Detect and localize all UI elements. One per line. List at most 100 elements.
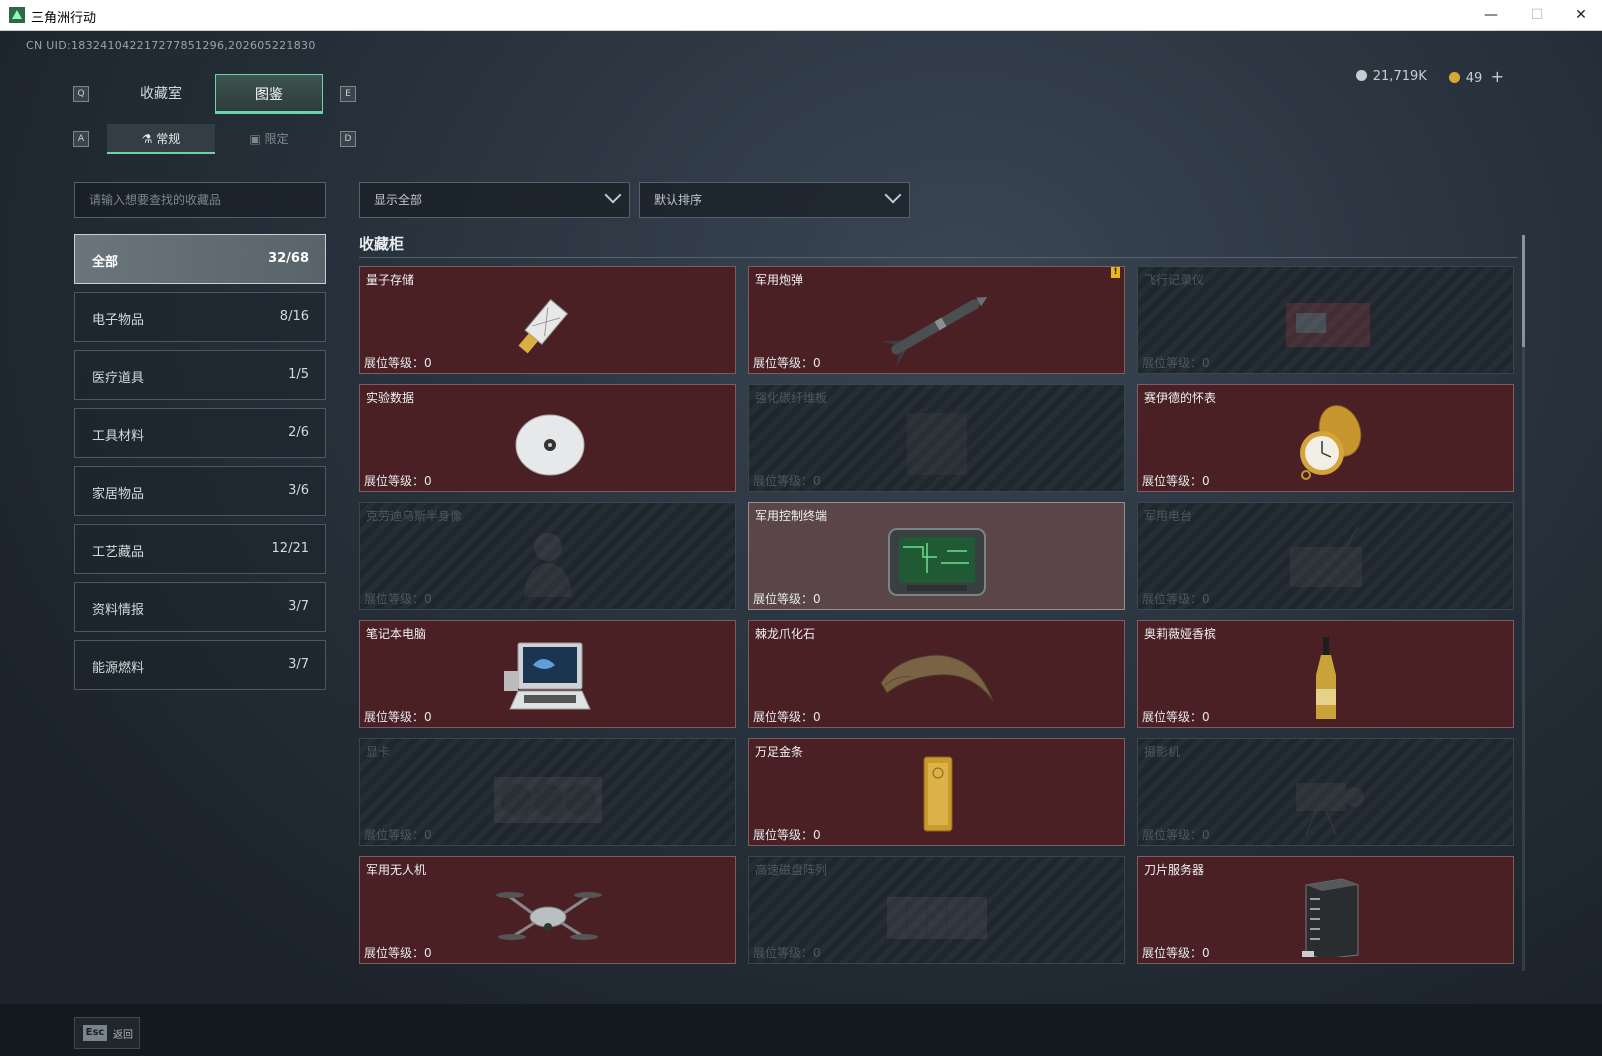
silver-currency: 21,719K <box>1355 69 1427 84</box>
sub-tabs: ⚗ 常规 ▣ 限定 <box>107 124 323 154</box>
category-count: 8/16 <box>279 309 309 324</box>
item-card[interactable]: 克劳迪乌斯半身像 展位等级：0 <box>359 502 736 610</box>
gold-currency: 49 + <box>1448 67 1504 86</box>
item-name: 军用控制终端 <box>755 509 828 523</box>
item-name: 量子存储 <box>366 273 415 287</box>
category-intel[interactable]: 资料情报 3/7 <box>74 582 326 632</box>
item-card[interactable]: 军用炮弹 ! 展位等级：0 <box>748 266 1125 374</box>
item-card[interactable]: 刀片服务器 展位等级：0 <box>1137 856 1514 964</box>
category-label: 家居物品 <box>92 487 145 502</box>
level-value: 0 <box>424 474 432 488</box>
item-level: 展位等级：0 <box>753 590 821 607</box>
key-hint-d: D <box>340 131 356 147</box>
subtab-regular[interactable]: ⚗ 常规 <box>107 124 215 154</box>
item-name: 万足金条 <box>755 745 804 759</box>
item-card[interactable]: 实验数据 展位等级：0 <box>359 384 736 492</box>
level-label: 展位等级： <box>753 828 814 842</box>
category-electronics[interactable]: 电子物品 8/16 <box>74 292 326 342</box>
level-value: 0 <box>1202 828 1210 842</box>
item-level: 展位等级：0 <box>753 708 821 725</box>
search-input[interactable]: 请输入想要查找的收藏品 <box>74 182 326 218</box>
level-label: 展位等级： <box>364 474 425 488</box>
close-button[interactable]: ✕ <box>1558 0 1602 31</box>
item-level: 展位等级：0 <box>1142 708 1210 725</box>
missile-icon <box>880 297 987 367</box>
item-card[interactable]: 军用控制终端 展位等级：0 <box>748 502 1125 610</box>
level-value: 0 <box>813 710 821 724</box>
item-card[interactable]: 摄影机 展位等级：0 <box>1137 738 1514 846</box>
level-value: 0 <box>813 592 821 606</box>
silver-coin-icon <box>1355 70 1367 81</box>
minimize-button[interactable]: — <box>1468 0 1514 31</box>
item-card[interactable]: 量子存储 展位等级：0 <box>359 266 736 374</box>
key-hint-e: E <box>340 86 356 102</box>
item-card[interactable]: 棘龙爪化石 展位等级：0 <box>748 620 1125 728</box>
tab-codex[interactable]: 图鉴 <box>215 74 323 114</box>
item-card[interactable]: 笔记本电脑 展位等级：0 <box>359 620 736 728</box>
level-value: 0 <box>424 828 432 842</box>
item-level: 展位等级：0 <box>364 590 432 607</box>
control-terminal-icon <box>887 528 986 596</box>
level-label: 展位等级： <box>753 474 814 488</box>
item-level: 展位等级：0 <box>753 472 821 489</box>
game-screen: CN UID:183241042217277851296,20260522183… <box>0 31 1602 1056</box>
gold-bar-icon <box>923 756 952 832</box>
category-medical[interactable]: 医疗道具 1/5 <box>74 350 326 400</box>
category-crafts[interactable]: 工艺藏品 12/21 <box>74 524 326 574</box>
item-card[interactable]: 军用无人机 展位等级：0 <box>359 856 736 964</box>
item-card[interactable]: 飞行记录仪 展位等级：0 <box>1137 266 1514 374</box>
item-name: 笔记本电脑 <box>366 627 427 641</box>
user-uid: CN UID:183241042217277851296,20260522183… <box>26 39 316 52</box>
flight-recorder-icon <box>1285 303 1370 347</box>
level-value: 0 <box>1202 710 1210 724</box>
item-level: 展位等级：0 <box>753 826 821 843</box>
item-level: 展位等级：0 <box>364 826 432 843</box>
maximize-button[interactable]: ☐ <box>1514 0 1560 31</box>
item-level: 展位等级：0 <box>364 944 432 961</box>
window-titlebar: 三角洲行动 — ☐ ✕ <box>0 0 1602 31</box>
sort-dropdown[interactable]: 默认排序 <box>639 182 910 218</box>
camera-icon <box>1295 783 1364 836</box>
item-level: 展位等级：0 <box>753 944 821 961</box>
chevron-down-icon <box>884 186 902 204</box>
category-tools[interactable]: 工具材料 2/6 <box>74 408 326 458</box>
item-card[interactable]: 显卡 展位等级：0 <box>359 738 736 846</box>
category-all[interactable]: 全部 32/68 <box>74 234 326 284</box>
item-name: 显卡 <box>366 745 391 759</box>
item-name: 军用无人机 <box>366 863 427 877</box>
add-currency-button[interactable]: + <box>1491 67 1504 86</box>
filter-dropdown[interactable]: 显示全部 <box>359 182 630 218</box>
graphics-card-icon <box>493 777 602 823</box>
item-level: 展位等级：0 <box>1142 472 1210 489</box>
main-tabs: 收藏室 图鉴 <box>107 74 323 114</box>
disc-icon <box>515 414 584 476</box>
scrollbar-thumb[interactable] <box>1522 235 1525 347</box>
item-card[interactable]: 赛伊德的怀表 展位等级：0 <box>1137 384 1514 492</box>
back-label: 返回 <box>113 1030 133 1041</box>
key-hint-q: Q <box>73 86 89 102</box>
category-count: 12/21 <box>271 541 309 556</box>
item-name: 军用炮弹 <box>755 273 804 287</box>
back-button[interactable]: Esc 返回 <box>74 1017 140 1049</box>
subtab-limited[interactable]: ▣ 限定 <box>215 124 323 154</box>
item-name: 军用电台 <box>1144 509 1193 523</box>
level-label: 展位等级： <box>753 592 814 606</box>
item-card[interactable]: 高速磁盘阵列 展位等级：0 <box>748 856 1125 964</box>
tab-collection-room[interactable]: 收藏室 <box>107 74 215 114</box>
item-name: 摄影机 <box>1144 745 1181 759</box>
item-card[interactable]: 强化碳纤维板 展位等级：0 <box>748 384 1125 492</box>
item-card[interactable]: 奥莉薇娅香槟 展位等级：0 <box>1137 620 1514 728</box>
item-name: 高速磁盘阵列 <box>755 863 828 877</box>
item-card[interactable]: 万足金条 展位等级：0 <box>748 738 1125 846</box>
category-household[interactable]: 家居物品 3/6 <box>74 466 326 516</box>
category-count: 1/5 <box>288 367 309 382</box>
radio-icon <box>1289 526 1362 587</box>
level-label: 展位等级： <box>364 356 425 370</box>
category-energy[interactable]: 能源燃料 3/7 <box>74 640 326 690</box>
level-label: 展位等级： <box>364 592 425 606</box>
level-label: 展位等级： <box>753 710 814 724</box>
category-list: 全部 32/68 电子物品 8/16 医疗道具 1/5 工具材料 2/6 家居物… <box>74 234 326 698</box>
item-card[interactable]: 军用电台 展位等级：0 <box>1137 502 1514 610</box>
category-count: 3/7 <box>288 657 309 672</box>
item-level: 展位等级：0 <box>1142 590 1210 607</box>
